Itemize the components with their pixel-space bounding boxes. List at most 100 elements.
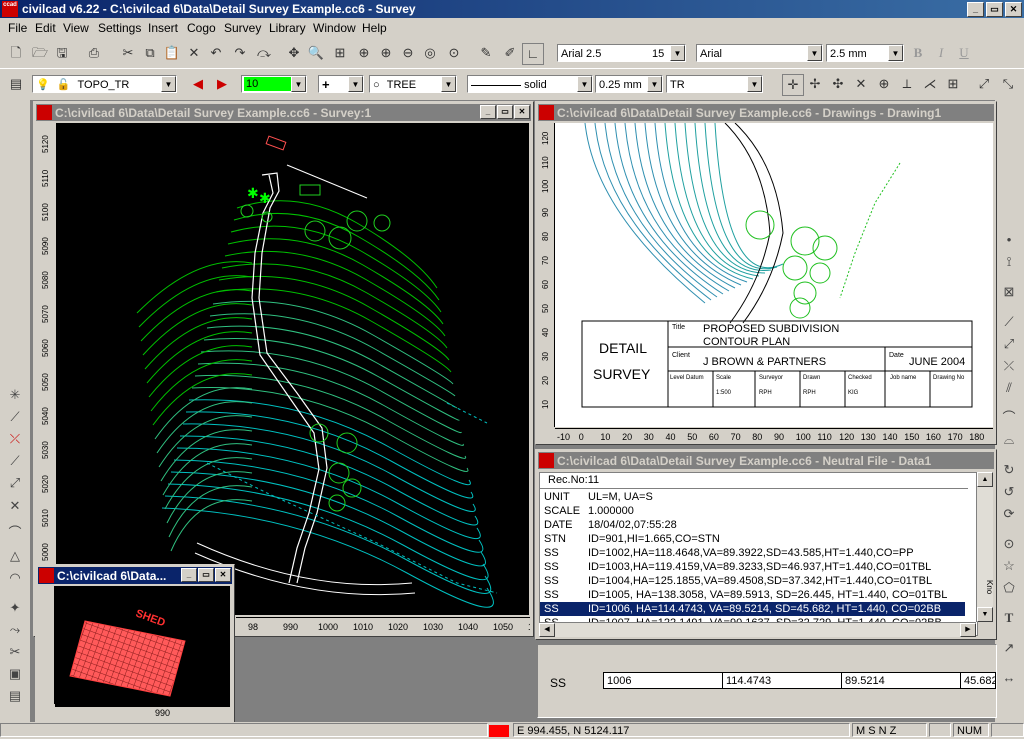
maximize-button[interactable]: ▭ xyxy=(986,2,1003,17)
text-height-combo[interactable]: 2.5 mm ▼ xyxy=(826,44,904,62)
save-icon[interactable]: 🖫 xyxy=(52,43,72,63)
snap-end-icon[interactable]: ✢ xyxy=(805,74,825,94)
survey-minimize-button[interactable]: _ xyxy=(480,105,496,119)
block-icon[interactable]: ▣ xyxy=(4,664,26,684)
dimension-aligned-icon[interactable]: ⤡ xyxy=(998,74,1018,94)
menu-survey[interactable]: Survey xyxy=(224,21,261,35)
snap-point-icon[interactable]: ✛ xyxy=(782,74,804,96)
redo-icon[interactable]: ↷ xyxy=(230,43,250,63)
rotate-icon[interactable]: ↻ xyxy=(998,460,1020,480)
dimension-right-icon[interactable]: ↔ xyxy=(998,668,1020,688)
break-icon[interactable]: ⤫ xyxy=(998,356,1020,376)
polyline-tool-icon[interactable]: ⟋ xyxy=(4,451,26,471)
chevron-down-icon[interactable]: ▼ xyxy=(441,76,456,92)
lineweight-combo[interactable]: 0.25 mm ▼ xyxy=(595,75,663,93)
neutral-file-row[interactable]: SS ID=1002,HA=118.4648,VA=89.3922,SD=43.5… xyxy=(540,546,965,560)
cut-icon[interactable]: ✂ xyxy=(118,43,138,63)
string-icon[interactable]: ⟋ xyxy=(998,312,1020,332)
station-icon[interactable]: ⊠ xyxy=(998,282,1020,302)
font-combo[interactable]: Arial ▼ xyxy=(696,44,823,62)
color-combo[interactable]: 10 ▼ xyxy=(241,75,307,93)
menu-library[interactable]: Library xyxy=(269,21,306,35)
curve-icon[interactable]: ⌒ xyxy=(998,408,1020,428)
snap-perpendicular-icon[interactable]: ⟂ xyxy=(897,74,917,94)
code-point-icon[interactable]: ⟟ xyxy=(998,252,1020,272)
symbol-combo[interactable]: ○ TREE ▼ xyxy=(369,75,457,93)
arc-edit-icon[interactable]: ◠ xyxy=(4,568,26,588)
move-point-icon[interactable]: ✦ xyxy=(4,598,26,618)
next-layer-icon[interactable]: ▶ xyxy=(212,74,232,94)
zoom-in-icon[interactable]: ⊕ xyxy=(376,43,396,63)
pentagon-icon[interactable]: ⬠ xyxy=(998,578,1020,598)
underline-button[interactable]: U xyxy=(954,43,974,63)
slope-distance-field[interactable]: 45.682 xyxy=(960,672,996,689)
menu-help[interactable]: Help xyxy=(362,21,387,35)
curve-edit-icon[interactable]: ⌓ xyxy=(998,430,1020,450)
paste-icon[interactable]: 📋 xyxy=(162,43,182,63)
point-id-field[interactable]: 1006 xyxy=(603,672,723,689)
shed-close-button[interactable]: ✕ xyxy=(215,568,231,582)
snap-tangent-icon[interactable]: ⋌ xyxy=(920,74,940,94)
vertical-angle-field[interactable]: 89.5214 xyxy=(841,672,961,689)
chevron-down-icon[interactable]: ▼ xyxy=(670,45,685,61)
open-folder-icon[interactable]: 🗁 xyxy=(30,43,50,63)
scroll-right-icon[interactable]: ▶ xyxy=(960,623,976,637)
text-tool-icon[interactable]: T xyxy=(998,608,1020,628)
shed-minimize-button[interactable]: _ xyxy=(181,568,197,582)
arrow-icon[interactable]: ↗ xyxy=(998,638,1020,658)
undo-icon[interactable]: ↶ xyxy=(206,43,226,63)
neutral-file-list[interactable]: Rec.No:11 UNIT UL=M, UA=S SCALE 1.000000 DAT… xyxy=(539,472,978,636)
chevron-down-icon[interactable]: ▼ xyxy=(577,76,592,92)
neutral-file-row[interactable]: SS ID=1005, HA=138.3058, VA=89.5913, SD=2… xyxy=(540,588,965,602)
line-tool-icon[interactable]: ⟋ xyxy=(4,407,26,427)
dot-tool-icon[interactable]: • xyxy=(998,230,1020,250)
neutral-file-row[interactable]: SS ID=1004,HA=125.1855,VA=89.4508,SD=37.3… xyxy=(540,574,965,588)
zoom-out-icon[interactable]: ⊖ xyxy=(398,43,418,63)
parallel-icon[interactable]: ⫽ xyxy=(998,378,1020,398)
zoom-icon[interactable]: 🔍 xyxy=(306,43,326,63)
menu-window[interactable]: Window xyxy=(313,21,356,35)
menu-edit[interactable]: Edit xyxy=(35,21,56,35)
layer-manager-icon[interactable]: ▤ xyxy=(6,74,26,94)
neutral-file-row[interactable]: SS ID=1006, HA=114.4743, VA=89.5214, SD=4… xyxy=(540,602,965,616)
horizontal-scrollbar[interactable]: ◀ ▶ xyxy=(539,622,976,637)
neutral-file-row[interactable]: DATE 18/04/02,07:55:28 xyxy=(540,518,965,532)
menu-settings[interactable]: Settings xyxy=(98,21,141,35)
chevron-down-icon[interactable]: ▼ xyxy=(291,76,306,92)
offset-icon[interactable]: ⤳ xyxy=(4,620,26,640)
scroll-up-icon[interactable]: ▲ xyxy=(977,472,993,487)
snap-mid-icon[interactable]: ✣ xyxy=(828,74,848,94)
snap-intersect-icon[interactable]: ✕ xyxy=(851,74,871,94)
edit-line-icon[interactable]: ⤢ xyxy=(4,473,26,493)
menu-file[interactable]: File xyxy=(8,21,27,35)
shed-maximize-button[interactable]: ▭ xyxy=(198,568,214,582)
ortho-icon[interactable]: ∟ xyxy=(522,43,544,65)
menu-cogo[interactable]: Cogo xyxy=(187,21,216,35)
code-combo[interactable]: TR ▼ xyxy=(666,75,763,93)
neutral-file-row[interactable]: SCALE 1.000000 xyxy=(540,504,965,518)
snap-centre-icon[interactable]: ⊕ xyxy=(874,74,894,94)
chevron-down-icon[interactable]: ▼ xyxy=(807,45,822,61)
point-style-combo[interactable]: + ▼ xyxy=(318,75,364,93)
neutral-file-row[interactable]: UNIT UL=M, UA=S xyxy=(540,490,965,504)
zoom-previous-icon[interactable]: ◎ xyxy=(420,43,440,63)
menu-insert[interactable]: Insert xyxy=(148,21,178,35)
survey-close-button[interactable]: ✕ xyxy=(514,105,530,119)
neutral-file-row[interactable]: SS ID=1003,HA=119.4159,VA=89.3233,SD=46.9… xyxy=(540,560,965,574)
star-icon[interactable]: ☆ xyxy=(998,556,1020,576)
snap-grid-icon[interactable]: ⊞ xyxy=(943,74,963,94)
refresh-icon[interactable]: ⟳ xyxy=(998,504,1020,524)
linetype-combo[interactable]: solid ▼ xyxy=(467,75,593,93)
shed-canvas[interactable]: SHED xyxy=(55,586,230,706)
chevron-down-icon[interactable]: ▼ xyxy=(161,76,176,92)
arc-tool-icon[interactable]: ⌒ xyxy=(4,523,26,543)
chevron-down-icon[interactable]: ▼ xyxy=(348,76,363,92)
trim-icon[interactable]: ✂ xyxy=(4,642,26,662)
chevron-down-icon[interactable]: ▼ xyxy=(647,76,662,92)
print-icon[interactable]: ⎙ xyxy=(84,43,104,63)
rotate-ccw-icon[interactable]: ↺ xyxy=(998,482,1020,502)
delete-icon[interactable]: ✕ xyxy=(184,43,204,63)
survey-maximize-button[interactable]: ▭ xyxy=(497,105,513,119)
string-edit-icon[interactable]: ⤢ xyxy=(998,334,1020,354)
horizontal-angle-field[interactable]: 114.4743 xyxy=(722,672,842,689)
